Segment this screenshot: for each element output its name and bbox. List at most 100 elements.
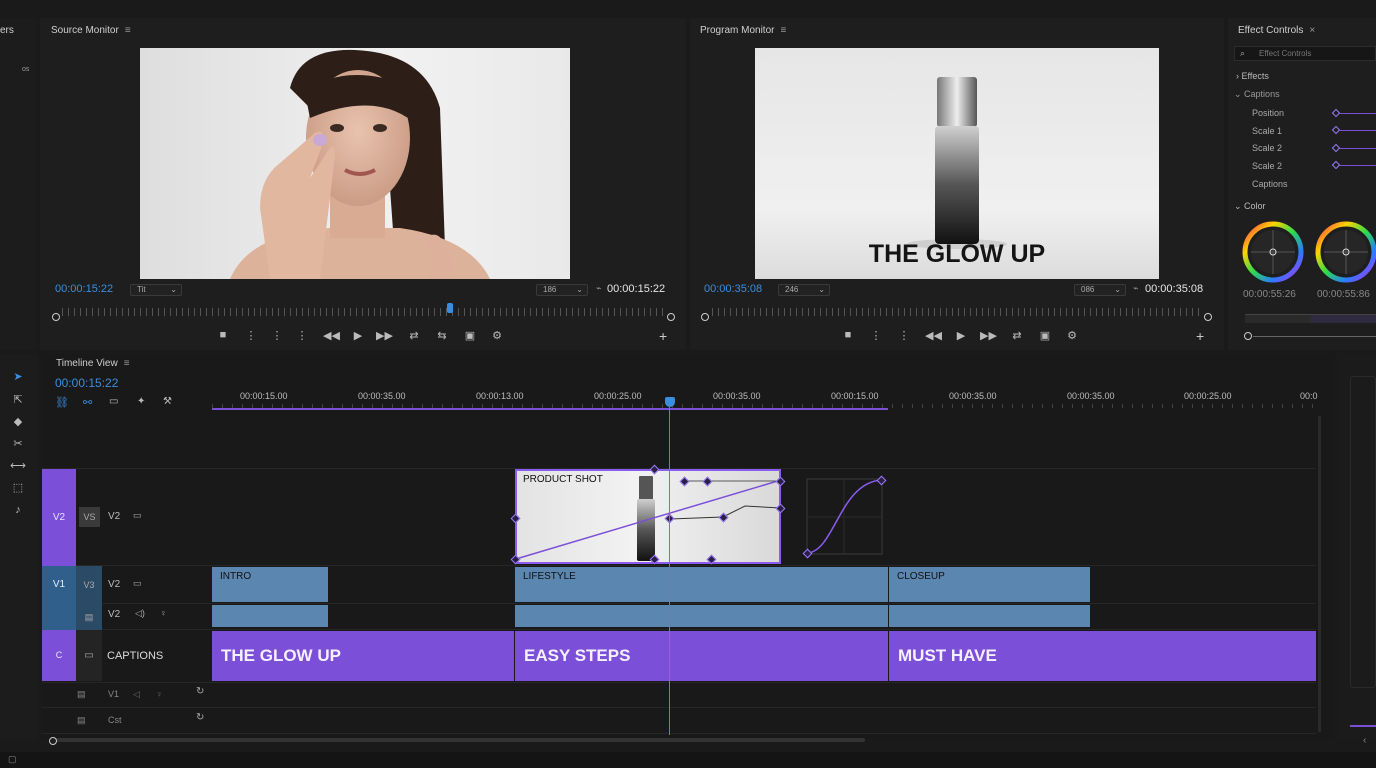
overwrite-icon[interactable]: ⇆ (434, 329, 450, 342)
lift-icon[interactable]: ⇄ (1009, 329, 1025, 342)
timeline-playhead-line[interactable] (669, 405, 670, 735)
film-icon[interactable]: ▭ (133, 578, 142, 589)
add-marker-icon[interactable]: ▭ (109, 396, 118, 407)
caption-clip-glow-up[interactable]: THE GLOW UP (212, 631, 514, 681)
color-section-header[interactable]: ⌄ Color (1234, 201, 1266, 212)
program-zoom-dropdown[interactable]: 246 ⌄ (778, 284, 830, 296)
step-forward-icon[interactable]: ▶▶ (980, 329, 997, 342)
speaker-icon[interactable]: ◁ (133, 689, 140, 700)
clip-closeup[interactable]: CLOSEUP (889, 567, 1090, 602)
source-zoom-dropdown[interactable]: Tit ⌄ (130, 284, 182, 296)
film-icon[interactable]: ▭ (133, 510, 142, 521)
clip-intro[interactable]: INTRO (212, 567, 328, 602)
source-timecode-right[interactable]: 00:00:15:22 (607, 283, 665, 295)
track-header-v2-tag[interactable]: V2 (42, 469, 76, 566)
right-panel-handle[interactable] (1350, 725, 1376, 727)
source-scrub-bar[interactable] (62, 308, 667, 316)
timeline-horizontal-scrollbar[interactable] (55, 738, 865, 742)
step-back-icon[interactable]: ◀◀ (925, 329, 942, 342)
color-wheel-2[interactable] (1315, 221, 1376, 283)
track-v2-toggle[interactable]: VS (79, 507, 100, 527)
effects-section-header[interactable]: › Effects (1236, 71, 1269, 81)
speaker-icon[interactable]: ◁) (135, 608, 145, 619)
ripple-tool-icon[interactable]: ◆ (10, 414, 26, 430)
export-frame-icon[interactable]: ▣ (1037, 329, 1053, 342)
settings-icon[interactable]: ⚙ (489, 329, 505, 342)
track-v1-toggle[interactable]: V3 (76, 566, 102, 604)
caption-clip-must-have[interactable]: MUST HAVE (889, 631, 1316, 681)
step-forward-icon[interactable]: ▶▶ (376, 329, 393, 342)
timeline-zoom-handle[interactable] (49, 737, 57, 745)
clip-audio-intro[interactable] (212, 605, 328, 627)
export-frame-icon[interactable]: ▣ (462, 329, 478, 342)
captions-section-header[interactable]: ⌄ Captions (1234, 89, 1280, 100)
timeline-work-area-bar[interactable] (212, 408, 888, 410)
mark-clip-icon[interactable]: ⋮ (294, 329, 310, 342)
sync-icon[interactable]: ↻ (196, 712, 204, 723)
program-out-point[interactable] (1204, 313, 1212, 321)
razor-tool-icon[interactable]: ✂ (10, 436, 26, 452)
status-icon[interactable]: ▢ (8, 754, 17, 765)
mark-in-icon[interactable]: ⋮ (868, 329, 884, 342)
add-button-icon[interactable]: + (1196, 328, 1204, 344)
color-wheel-1[interactable] (1242, 221, 1304, 283)
play-icon[interactable]: ▶ (953, 329, 969, 342)
timeline-vertical-scrollbar[interactable] (1318, 416, 1321, 732)
source-in-point[interactable] (52, 313, 60, 321)
settings-icon[interactable]: ⚙ (1064, 329, 1080, 342)
add-button-icon[interactable]: + (659, 328, 667, 344)
source-timecode-left[interactable]: 00:00:15:22 (55, 283, 113, 295)
track-select-tool-icon[interactable]: ⇱ (10, 392, 26, 408)
microphone-icon[interactable]: ♀ (160, 608, 167, 618)
mark-out-icon[interactable]: ⋮ (896, 329, 912, 342)
timeline-playhead-handle[interactable] (665, 397, 675, 407)
type-tool-icon[interactable]: ♪ (10, 502, 26, 518)
insert-icon[interactable]: ⇄ (406, 329, 422, 342)
mark-out-icon[interactable]: ⋮ (269, 329, 285, 342)
source-out-point[interactable] (667, 313, 675, 321)
lock-icon[interactable]: ▤ (77, 715, 86, 726)
play-icon[interactable]: ▶ (350, 329, 366, 342)
stop-icon[interactable]: ■ (215, 329, 231, 341)
track-header-v1-tag[interactable]: V1 (42, 566, 76, 604)
wrench-icon[interactable]: ⌁ (596, 283, 601, 294)
panel-menu-icon[interactable]: ≡ (125, 25, 131, 36)
hand-tool-icon[interactable]: ⬚ (10, 480, 26, 496)
snap-icon[interactable]: ⛓ (55, 396, 69, 409)
clip-audio-lifestyle[interactable] (515, 605, 888, 627)
stop-icon[interactable]: ■ (840, 329, 856, 341)
step-back-icon[interactable]: ◀◀ (323, 329, 340, 342)
slip-tool-icon[interactable]: ⟷ (10, 458, 26, 474)
program-in-point[interactable] (701, 313, 709, 321)
timeline-settings-wrench-icon[interactable]: ⚒ (163, 396, 172, 407)
selection-tool-icon[interactable]: ➤ (10, 369, 26, 385)
track-header-a1-tag[interactable] (42, 604, 76, 630)
caption-clip-easy-steps[interactable]: EASY STEPS (515, 631, 888, 681)
wrench-icon[interactable]: ⌁ (1133, 283, 1138, 294)
microphone-icon[interactable]: ♀ (156, 689, 163, 699)
track-a1-toggle[interactable]: ▤ (76, 604, 102, 630)
clip-audio-closeup[interactable] (889, 605, 1090, 627)
track-captions-toggle[interactable]: ▭ (76, 630, 102, 681)
panel-menu-icon[interactable]: ≡ (124, 358, 130, 369)
marker-icon[interactable]: ✦ (137, 396, 145, 407)
program-timecode-right[interactable]: 00:00:35:08 (1145, 283, 1203, 295)
effect-search-field[interactable]: ⌕ Effect Controls (1234, 46, 1376, 61)
track-header-captions-tag[interactable]: C (42, 630, 76, 681)
source-resolution-dropdown[interactable]: 186 ⌄ (536, 284, 588, 296)
sync-icon[interactable]: ↻ (196, 686, 204, 697)
program-scrub-bar[interactable] (712, 308, 1204, 316)
clip-lifestyle[interactable]: LIFESTYLE (515, 567, 888, 602)
panel-menu-icon[interactable]: ≡ (780, 25, 786, 36)
mark-in-icon[interactable]: ⋮ (243, 329, 259, 342)
program-timecode-left[interactable]: 00:00:35:08 (704, 283, 762, 295)
chevron-left-icon[interactable]: ‹ (1363, 735, 1366, 746)
program-resolution-dropdown[interactable]: 086 ⌄ (1074, 284, 1126, 296)
color-slider-track[interactable] (1253, 336, 1376, 337)
close-icon[interactable]: × (1309, 25, 1315, 36)
timeline-timecode[interactable]: 00:00:15:22 (55, 376, 118, 390)
source-playhead[interactable] (447, 303, 453, 313)
color-slider-handle[interactable] (1244, 332, 1252, 340)
linked-selection-icon[interactable]: ⚯ (83, 396, 92, 409)
lock-icon[interactable]: ▤ (77, 689, 86, 700)
